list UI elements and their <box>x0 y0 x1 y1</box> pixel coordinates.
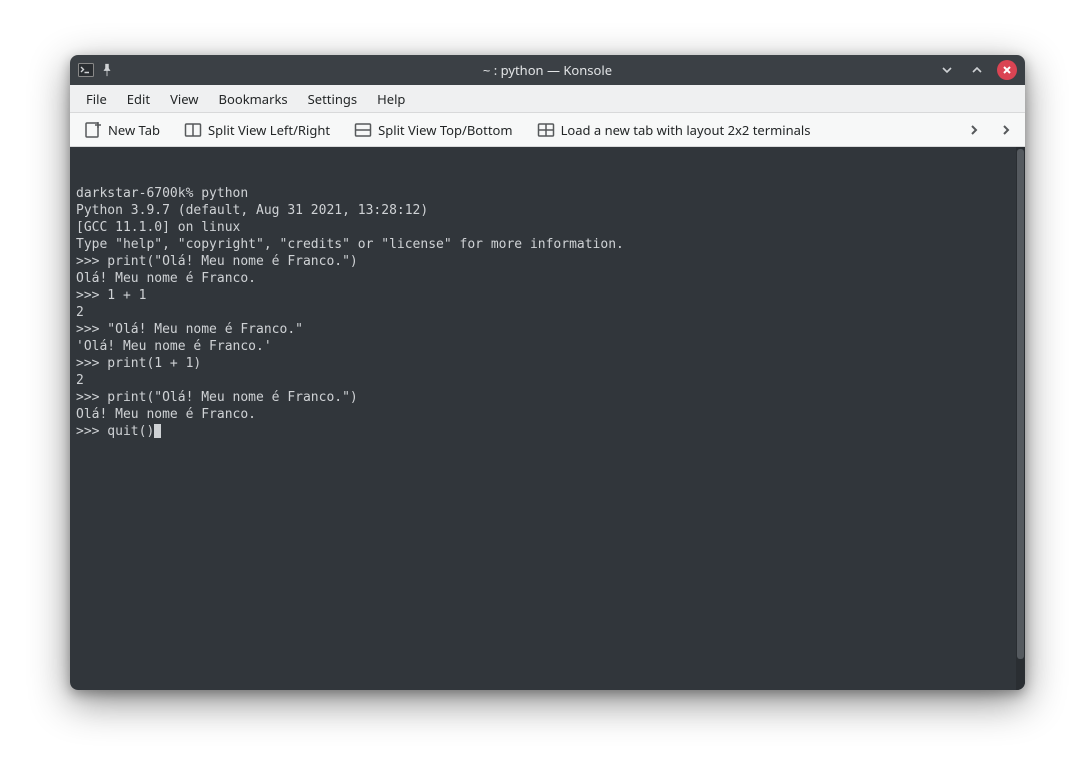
terminal-line: Python 3.9.7 (default, Aug 31 2021, 13:2… <box>76 202 1019 219</box>
terminal-line: Olá! Meu nome é Franco. <box>76 270 1019 287</box>
terminal-line: 2 <box>76 372 1019 389</box>
load-layout-label: Load a new tab with layout 2x2 terminals <box>561 121 811 139</box>
terminal-line: >>> "Olá! Meu nome é Franco." <box>76 321 1019 338</box>
split-tb-icon <box>354 121 372 139</box>
terminal-cursor <box>154 424 161 438</box>
load-layout-button[interactable]: Load a new tab with layout 2x2 terminals <box>533 118 815 142</box>
terminal-pane[interactable]: darkstar-6700k% pythonPython 3.9.7 (defa… <box>70 147 1025 690</box>
split-top-bottom-button[interactable]: Split View Top/Bottom <box>350 118 516 142</box>
menu-settings[interactable]: Settings <box>298 86 367 112</box>
terminal-line: >>> quit() <box>76 423 1019 440</box>
new-tab-icon <box>84 121 102 139</box>
terminal-line: Olá! Meu nome é Franco. <box>76 406 1019 423</box>
scrollbar-thumb[interactable] <box>1017 149 1024 659</box>
close-button[interactable] <box>997 60 1017 80</box>
terminal-line: >>> 1 + 1 <box>76 287 1019 304</box>
split-lr-icon <box>184 121 202 139</box>
scrollbar-track[interactable] <box>1016 147 1025 690</box>
toolbar-overflow-chevron-1[interactable] <box>965 121 983 139</box>
new-tab-label: New Tab <box>108 121 160 139</box>
menu-file[interactable]: File <box>76 86 117 112</box>
menu-edit[interactable]: Edit <box>117 86 160 112</box>
maximize-button[interactable] <box>967 60 987 80</box>
toolbar-overflow-chevron-2[interactable] <box>997 121 1015 139</box>
toolbar: New Tab Split View Left/Right Split View… <box>70 113 1025 147</box>
konsole-window: ~ : python — Konsole File Edit View Book… <box>70 55 1025 690</box>
menubar: File Edit View Bookmarks Settings Help <box>70 85 1025 113</box>
new-tab-button[interactable]: New Tab <box>80 118 164 142</box>
minimize-button[interactable] <box>937 60 957 80</box>
split-lr-label: Split View Left/Right <box>208 121 330 139</box>
split-tb-label: Split View Top/Bottom <box>378 121 512 139</box>
menu-bookmarks[interactable]: Bookmarks <box>209 86 298 112</box>
terminal-line: 2 <box>76 304 1019 321</box>
terminal-line: >>> print("Olá! Meu nome é Franco.") <box>76 389 1019 406</box>
pin-icon[interactable] <box>100 63 114 77</box>
terminal-output: darkstar-6700k% pythonPython 3.9.7 (defa… <box>76 185 1019 440</box>
terminal-line: >>> print("Olá! Meu nome é Franco.") <box>76 253 1019 270</box>
menu-view[interactable]: View <box>160 86 208 112</box>
window-title: ~ : python — Konsole <box>70 61 1025 79</box>
terminal-line: darkstar-6700k% python <box>76 185 1019 202</box>
terminal-line: 'Olá! Meu nome é Franco.' <box>76 338 1019 355</box>
menu-help[interactable]: Help <box>367 86 415 112</box>
split-left-right-button[interactable]: Split View Left/Right <box>180 118 334 142</box>
terminal-line: >>> print(1 + 1) <box>76 355 1019 372</box>
terminal-line: Type "help", "copyright", "credits" or "… <box>76 236 1019 253</box>
terminal-line: [GCC 11.1.0] on linux <box>76 219 1019 236</box>
app-terminal-icon <box>78 62 94 78</box>
grid-2x2-icon <box>537 121 555 139</box>
titlebar[interactable]: ~ : python — Konsole <box>70 55 1025 85</box>
